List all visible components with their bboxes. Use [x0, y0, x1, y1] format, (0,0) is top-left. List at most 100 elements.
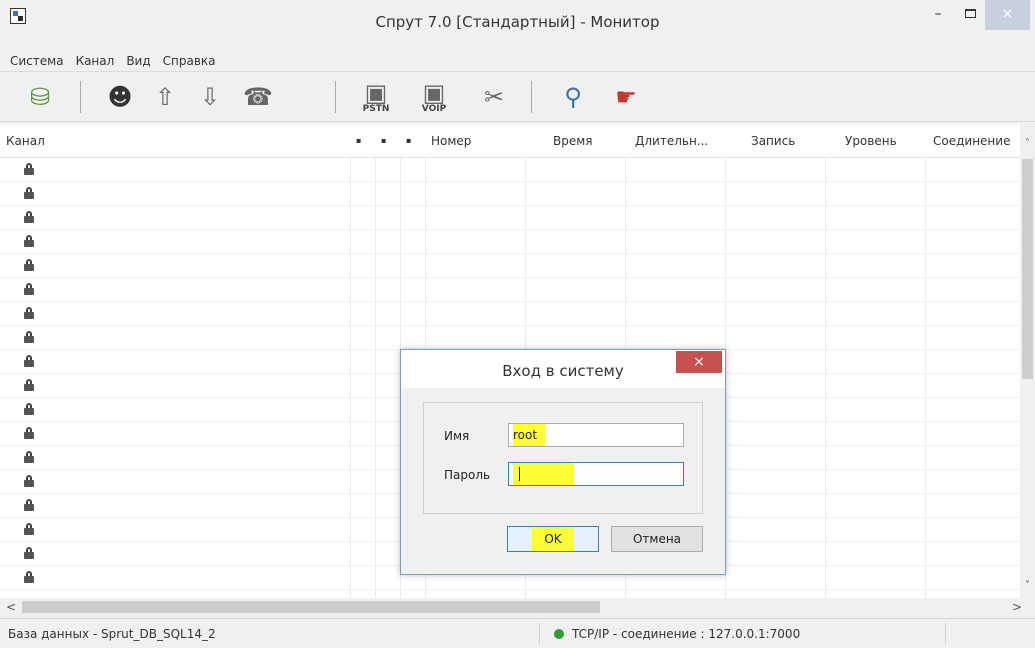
- text-caret: [519, 467, 520, 481]
- voip-device-icon: ▣: [422, 79, 446, 107]
- pstn-device-icon: ▣: [364, 79, 388, 107]
- search-user-button[interactable]: ⚲: [555, 79, 591, 115]
- column-header-status-1[interactable]: ▪: [350, 124, 375, 158]
- scroll-up-icon[interactable]: ˄: [1020, 138, 1035, 149]
- settings-button[interactable]: ✂: [476, 79, 512, 115]
- username-field[interactable]: root: [508, 423, 684, 447]
- column-header-connection[interactable]: Соединение: [925, 124, 1020, 158]
- padlock-icon: [24, 403, 34, 415]
- table-row[interactable]: [0, 254, 1020, 278]
- cancel-button[interactable]: Отмена: [611, 526, 703, 552]
- padlock-icon: [24, 259, 34, 271]
- menu-item-system[interactable]: Система: [0, 50, 70, 72]
- telephone-icon: ☎: [243, 83, 273, 111]
- table-row[interactable]: [0, 326, 1020, 350]
- column-header-level[interactable]: Уровень: [825, 124, 925, 158]
- ok-label: OK: [532, 527, 574, 551]
- status-connection: TCP/IP - соединение : 127.0.0.1:7000: [550, 623, 946, 645]
- toolbar-separator: [80, 81, 81, 113]
- horizontal-scroll-thumb[interactable]: [22, 601, 600, 613]
- table-row[interactable]: [0, 278, 1020, 302]
- vertical-scroll-thumb[interactable]: [1022, 159, 1033, 379]
- grid-header: Канал ▪ ▪ ▪ Номер Время Длительн... Запи…: [0, 124, 1020, 158]
- table-row[interactable]: [0, 158, 1020, 182]
- menu-item-view[interactable]: Вид: [120, 50, 156, 72]
- download-button[interactable]: ⇩: [192, 79, 228, 115]
- status-bar: База данных - Sprut_DB_SQL14_2 TCP/IP - …: [0, 618, 1035, 648]
- padlock-icon: [24, 475, 34, 487]
- connection-status-icon: [554, 629, 564, 639]
- padlock-icon: [24, 235, 34, 247]
- scroll-left-icon[interactable]: <: [2, 598, 20, 616]
- column-header-time[interactable]: Время: [525, 124, 625, 158]
- padlock-icon: [24, 379, 34, 391]
- padlock-icon: [24, 283, 34, 295]
- vertical-scrollbar[interactable]: ˄ ˅: [1020, 124, 1035, 598]
- padlock-icon: [24, 163, 34, 175]
- table-row[interactable]: [0, 302, 1020, 326]
- login-dialog: Вход в систему × Имя root Пароль OK Отме…: [400, 349, 726, 575]
- padlock-icon: [24, 547, 34, 559]
- table-row[interactable]: [0, 230, 1020, 254]
- operator-icon: ☻: [107, 83, 133, 111]
- username-value: root: [513, 424, 546, 446]
- table-row[interactable]: [0, 206, 1020, 230]
- maximize-icon: [964, 9, 976, 18]
- help-database-icon: ☛: [615, 83, 637, 111]
- help-database-button[interactable]: ☛: [608, 79, 644, 115]
- padlock-icon: [24, 571, 34, 583]
- horizontal-scrollbar[interactable]: < >: [0, 598, 1035, 616]
- menu-bar: Система Канал Вид Справка: [0, 50, 1035, 72]
- pstn-label: PSTN: [362, 104, 390, 114]
- padlock-icon: [24, 211, 34, 223]
- credentials-group: Имя root Пароль: [423, 402, 703, 514]
- close-window-button[interactable]: ×: [985, 0, 1030, 30]
- voip-label: VOIP: [421, 104, 447, 114]
- scroll-right-icon[interactable]: >: [1008, 598, 1026, 616]
- search-user-icon: ⚲: [564, 83, 582, 111]
- connect-icon: ⛁: [29, 83, 51, 111]
- status-database: База данных - Sprut_DB_SQL14_2: [8, 623, 540, 645]
- column-header-number[interactable]: Номер: [425, 124, 525, 158]
- arrow-down-icon: ⇩: [199, 83, 221, 111]
- toolbar-separator: [531, 81, 532, 113]
- upload-button[interactable]: ⇧: [147, 79, 183, 115]
- operator-button[interactable]: ☻: [102, 79, 138, 115]
- status-connection-text: TCP/IP - соединение : 127.0.0.1:7000: [572, 627, 801, 641]
- padlock-icon: [24, 307, 34, 319]
- toolbar: ⛁ ☻ ⇧ ⇩ ☎ ▣ PSTN ▣ VOIP ✂ ⚲ ☛: [0, 72, 1035, 122]
- column-header-status-2[interactable]: ▪: [375, 124, 400, 158]
- dialog-close-button[interactable]: ×: [676, 351, 722, 373]
- telephone-button[interactable]: ☎: [240, 79, 276, 115]
- minimize-icon: –: [934, 6, 942, 22]
- padlock-icon: [24, 499, 34, 511]
- ok-button[interactable]: OK: [507, 526, 599, 552]
- column-header-duration[interactable]: Длительн...: [625, 124, 725, 158]
- column-header-record[interactable]: Запись: [725, 124, 825, 158]
- connect-button[interactable]: ⛁: [22, 79, 58, 115]
- window-title: Спрут 7.0 [Стандартный] - Монитор: [375, 13, 660, 31]
- menu-item-channel[interactable]: Канал: [70, 50, 121, 72]
- close-icon: ×: [693, 354, 705, 370]
- padlock-icon: [24, 523, 34, 535]
- username-label: Имя: [444, 429, 470, 443]
- password-field[interactable]: [508, 462, 684, 486]
- pstn-button[interactable]: ▣ PSTN: [358, 79, 394, 115]
- scroll-down-icon[interactable]: ˅: [1020, 580, 1035, 591]
- menu-item-help[interactable]: Справка: [157, 50, 222, 72]
- padlock-icon: [24, 427, 34, 439]
- toolbar-separator: [335, 81, 336, 113]
- padlock-icon: [24, 451, 34, 463]
- padlock-icon: [24, 331, 34, 343]
- password-highlight: [513, 463, 574, 485]
- padlock-icon: [24, 355, 34, 367]
- close-icon: ×: [1001, 6, 1014, 22]
- title-bar: Спрут 7.0 [Стандартный] - Монитор – ×: [0, 0, 1035, 50]
- column-header-channel[interactable]: Канал: [0, 124, 350, 158]
- password-label: Пароль: [444, 468, 491, 482]
- column-header-status-3[interactable]: ▪: [400, 124, 425, 158]
- maximize-button[interactable]: [950, 0, 990, 30]
- padlock-icon: [24, 187, 34, 199]
- voip-button[interactable]: ▣ VOIP: [416, 79, 452, 115]
- table-row[interactable]: [0, 182, 1020, 206]
